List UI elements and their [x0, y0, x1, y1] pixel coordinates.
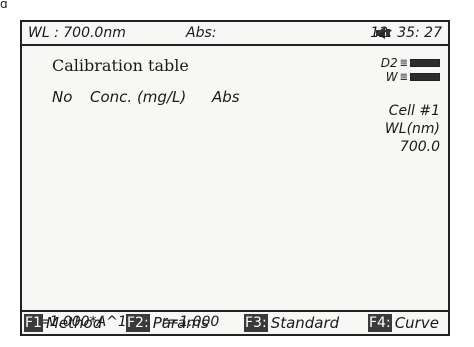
- cell-label: Cell #1: [388, 103, 440, 119]
- f1-label: Method: [45, 314, 103, 332]
- f3-standard-button[interactable]: F3: Standard: [244, 314, 339, 332]
- f4-key: F4:: [368, 314, 392, 332]
- f1-method-button[interactable]: F1 Method: [24, 314, 102, 332]
- lamp-w-label: W: [385, 70, 398, 84]
- lamp-d2: D2 ≣: [381, 56, 440, 70]
- f2-label: Params: [152, 314, 209, 332]
- function-key-bar: F1 Method F2: Params F3: Standard F4: Cu…: [22, 310, 448, 334]
- f2-key: F2:: [126, 314, 150, 332]
- corner-glyph: g: [0, 0, 8, 8]
- lamp-d2-bar: [410, 59, 440, 67]
- f1-key: F1: [24, 314, 43, 332]
- calibration-panel: Calibration table No Conc. (mg/L) Abs D2…: [22, 46, 448, 330]
- lamp-w-arrow-icon: ≣: [399, 71, 408, 83]
- wl-value: 700.0: [399, 139, 440, 155]
- page-title: Calibration table: [52, 56, 189, 75]
- column-header-conc: Conc. (mg/L): [90, 88, 187, 106]
- lamp-status: D2 ≣ W ≣: [340, 56, 440, 100]
- f3-key: F3:: [244, 314, 268, 332]
- f4-curve-button[interactable]: F4: Curve: [368, 314, 439, 332]
- lamp-d2-label: D2: [380, 56, 398, 70]
- cell-info: Cell #1 WL(nm) 700.0: [385, 102, 440, 156]
- status-bar: WL : 700.0nm Abs: 12: 35: 27: [22, 22, 448, 46]
- f2-params-button[interactable]: F2: Params: [126, 314, 209, 332]
- f4-label: Curve: [394, 314, 439, 332]
- abs-readout: Abs:: [186, 25, 217, 41]
- wavelength-readout: WL : 700.0nm: [28, 25, 126, 41]
- clock: 12: 35: 27: [370, 25, 442, 41]
- lamp-w-bar: [410, 73, 440, 81]
- column-header-no: No: [52, 88, 73, 106]
- lamp-d2-arrow-icon: ≣: [399, 57, 408, 69]
- lamp-w: W ≣: [386, 70, 440, 84]
- wl-header: WL(nm): [384, 121, 440, 137]
- column-header-abs: Abs: [212, 88, 240, 106]
- instrument-screen: WL : 700.0nm Abs: 12: 35: 27 Calibration…: [20, 20, 450, 336]
- f3-label: Standard: [270, 314, 340, 332]
